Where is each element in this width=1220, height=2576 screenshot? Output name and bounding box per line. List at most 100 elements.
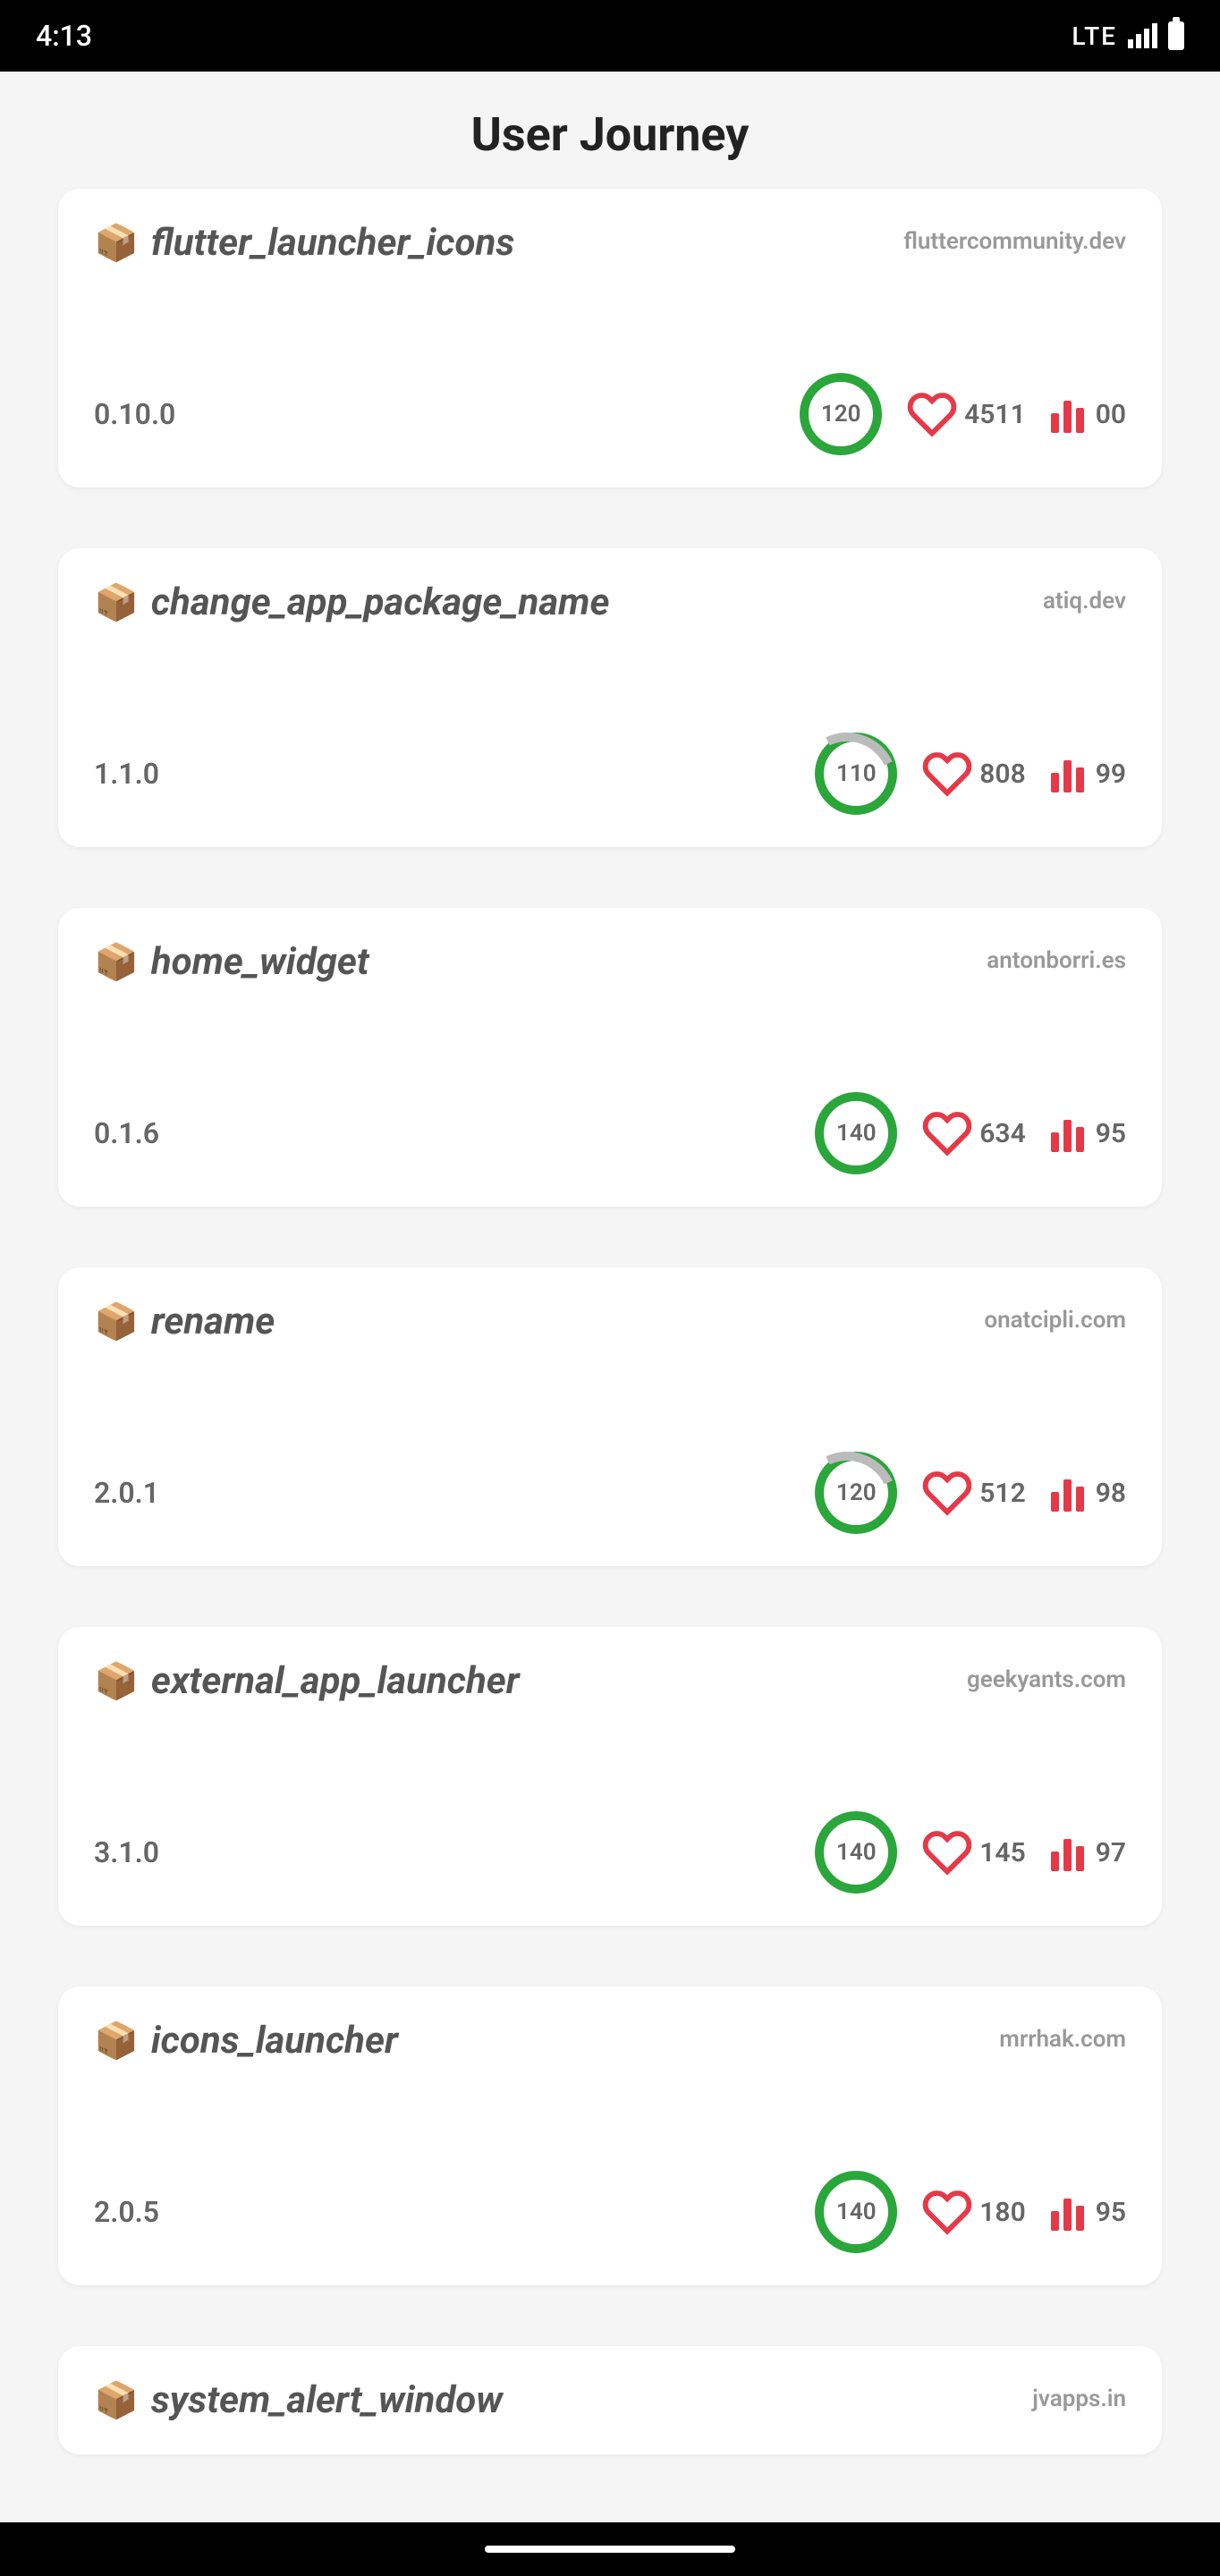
package-name: icons_launcher <box>151 2019 398 2063</box>
likes-stat: 180 <box>922 2187 1025 2237</box>
likes-stat: 145 <box>922 1827 1025 1877</box>
card-stats: 120 4511 00 <box>800 373 1126 455</box>
package-card[interactable]: 📦 home_widget antonborri.es 0.1.6 140 63… <box>58 908 1162 1207</box>
score-value: 140 <box>836 1120 877 1147</box>
card-footer: 0.1.6 140 634 95 <box>94 1092 1126 1174</box>
card-header: 📦 icons_launcher mrrhak.com <box>94 2019 1126 2063</box>
package-name: change_app_package_name <box>151 580 610 624</box>
heart-icon <box>922 1108 972 1158</box>
card-footer: 2.0.1 120 512 98 <box>94 1452 1126 1534</box>
card-footer: 1.1.0 110 808 99 <box>94 733 1126 815</box>
likes-stat: 808 <box>922 749 1025 799</box>
page-title: User Journey <box>0 72 1220 189</box>
version-label: 2.0.5 <box>94 2195 159 2229</box>
card-header: 📦 flutter_launcher_icons fluttercommunit… <box>94 221 1126 265</box>
bars-icon <box>1051 1834 1089 1871</box>
package-list: 📦 flutter_launcher_icons fluttercommunit… <box>0 189 1220 2454</box>
home-indicator[interactable] <box>485 2546 735 2553</box>
package-card[interactable]: 📦 flutter_launcher_icons fluttercommunit… <box>58 189 1162 487</box>
score-value: 140 <box>836 1839 877 1866</box>
card-title-group: 📦 external_app_launcher <box>94 1659 520 1703</box>
heart-icon <box>922 1827 972 1877</box>
card-footer: 0.10.0 120 4511 00 <box>94 373 1126 455</box>
publisher-label: jvapps.in <box>1032 2378 1126 2412</box>
version-label: 1.1.0 <box>94 757 159 791</box>
card-header: 📦 change_app_package_name atiq.dev <box>94 580 1126 624</box>
card-title-group: 📦 home_widget <box>94 940 369 984</box>
likes-value: 634 <box>979 1118 1025 1149</box>
popularity-stat: 95 <box>1051 1114 1126 1152</box>
score-circle: 110 <box>815 733 897 815</box>
card-title-group: 📦 system_alert_window <box>94 2378 503 2422</box>
publisher-label: geekyants.com <box>967 1659 1126 1693</box>
popularity-stat: 00 <box>1051 395 1126 433</box>
likes-value: 145 <box>979 1837 1025 1868</box>
likes-value: 180 <box>979 2197 1025 2228</box>
publisher-label: fluttercommunity.dev <box>903 221 1126 255</box>
popularity-stat: 97 <box>1051 1834 1126 1871</box>
publisher-label: mrrhak.com <box>999 2019 1126 2053</box>
likes-stat: 4511 <box>907 389 1026 439</box>
package-card[interactable]: 📦 system_alert_window jvapps.in <box>58 2346 1162 2454</box>
popularity-stat: 99 <box>1051 755 1126 792</box>
popularity-value: 95 <box>1096 1118 1126 1149</box>
card-title-group: 📦 change_app_package_name <box>94 580 609 624</box>
score-circle: 140 <box>815 2171 897 2253</box>
bars-icon <box>1051 395 1089 433</box>
status-bar: 4:13 LTE <box>0 0 1220 72</box>
popularity-value: 99 <box>1096 758 1126 790</box>
package-icon: 📦 <box>94 2383 139 2419</box>
popularity-value: 00 <box>1096 399 1126 430</box>
card-header: 📦 external_app_launcher geekyants.com <box>94 1659 1126 1703</box>
status-time: 4:13 <box>36 19 92 53</box>
score-value: 120 <box>821 401 861 428</box>
card-stats: 120 512 98 <box>815 1452 1126 1534</box>
package-name: external_app_launcher <box>151 1659 520 1703</box>
version-label: 3.1.0 <box>94 1835 159 1869</box>
score-circle: 140 <box>815 1092 897 1174</box>
package-icon: 📦 <box>94 585 139 621</box>
package-card[interactable]: 📦 change_app_package_name atiq.dev 1.1.0… <box>58 548 1162 847</box>
bars-icon <box>1051 1474 1089 1512</box>
score-value: 140 <box>836 2199 877 2225</box>
package-name: rename <box>151 1300 275 1343</box>
package-card[interactable]: 📦 rename onatcipli.com 2.0.1 120 512 <box>58 1267 1162 1566</box>
score-circle: 120 <box>815 1452 897 1534</box>
status-indicators: LTE <box>1072 21 1184 51</box>
battery-icon <box>1168 21 1184 50</box>
signal-icon <box>1128 23 1157 48</box>
heart-icon <box>922 2187 972 2237</box>
score-circle: 140 <box>815 1811 897 1894</box>
popularity-value: 97 <box>1096 1837 1126 1868</box>
package-icon: 📦 <box>94 945 139 980</box>
publisher-label: antonborri.es <box>987 940 1126 974</box>
card-footer: 3.1.0 140 145 97 <box>94 1811 1126 1894</box>
card-title-group: 📦 flutter_launcher_icons <box>94 221 514 265</box>
bars-icon <box>1051 2193 1089 2231</box>
heart-icon <box>922 749 972 799</box>
version-label: 0.10.0 <box>94 397 175 431</box>
likes-value: 4511 <box>964 399 1026 430</box>
package-name: system_alert_window <box>151 2378 503 2422</box>
bars-icon <box>1051 755 1089 792</box>
card-stats: 140 634 95 <box>815 1092 1126 1174</box>
likes-value: 808 <box>979 758 1025 790</box>
heart-icon <box>907 389 957 439</box>
package-icon: 📦 <box>94 2023 139 2059</box>
package-card[interactable]: 📦 icons_launcher mrrhak.com 2.0.5 140 18… <box>58 1987 1162 2285</box>
publisher-label: atiq.dev <box>1043 580 1126 614</box>
card-stats: 140 145 97 <box>815 1811 1126 1894</box>
popularity-stat: 95 <box>1051 2193 1126 2231</box>
score-value: 120 <box>836 1479 877 1506</box>
heart-icon <box>922 1468 972 1518</box>
network-label: LTE <box>1072 21 1117 51</box>
likes-stat: 634 <box>922 1108 1025 1158</box>
package-card[interactable]: 📦 external_app_launcher geekyants.com 3.… <box>58 1627 1162 1926</box>
version-label: 0.1.6 <box>94 1116 159 1150</box>
score-value: 110 <box>836 760 877 787</box>
publisher-label: onatcipli.com <box>984 1300 1126 1334</box>
time-label: 4:13 <box>36 19 92 53</box>
package-icon: 📦 <box>94 1664 139 1699</box>
version-label: 2.0.1 <box>94 1476 159 1510</box>
package-icon: 📦 <box>94 225 139 261</box>
